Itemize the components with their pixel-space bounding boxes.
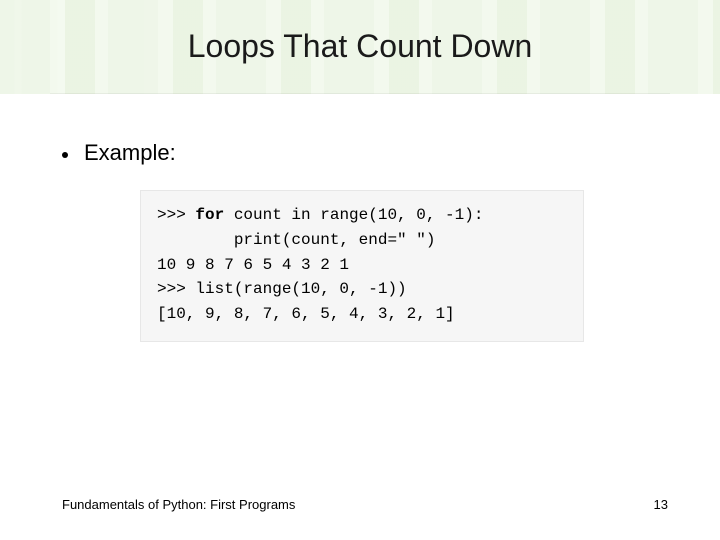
prompt: >>>: [157, 206, 195, 224]
code-line-3: 10 9 8 7 6 5 4 3 2 1: [157, 253, 567, 278]
footer-text: Fundamentals of Python: First Programs: [62, 497, 662, 512]
bullet-label: Example:: [84, 140, 176, 166]
code-line-5: [10, 9, 8, 7, 6, 5, 4, 3, 2, 1]: [157, 302, 567, 327]
slide: Loops That Count Down Example: >>> for c…: [0, 0, 720, 540]
code-line-1: >>> for count in range(10, 0, -1):: [157, 203, 567, 228]
code-block: >>> for count in range(10, 0, -1): print…: [140, 190, 584, 342]
code-line-4: >>> list(range(10, 0, -1)): [157, 277, 567, 302]
keyword-for: for: [195, 206, 224, 224]
code-line-2: print(count, end=" "): [157, 228, 567, 253]
bullet-dot-icon: [62, 152, 68, 158]
code-rest: count in range(10, 0, -1):: [224, 206, 483, 224]
slide-title: Loops That Count Down: [0, 28, 720, 65]
bullet-example: Example:: [62, 140, 176, 166]
page-number: 13: [654, 497, 668, 512]
